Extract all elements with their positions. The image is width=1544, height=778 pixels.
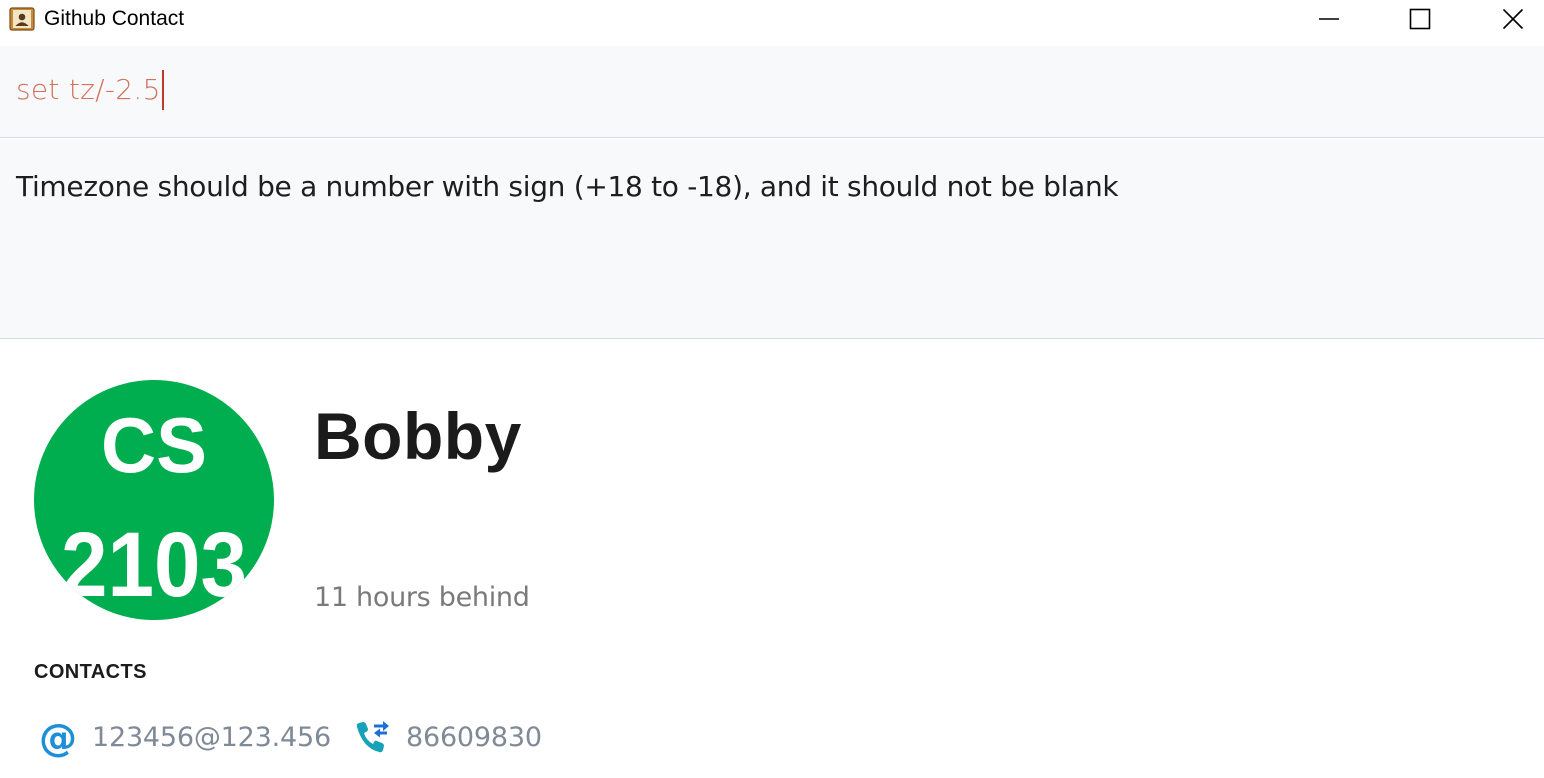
minimize-button[interactable] [1299, 0, 1359, 38]
address-book-icon [9, 7, 35, 31]
avatar-text-bottom: 2103 [61, 514, 247, 616]
phone-row: 86609830 [352, 716, 542, 760]
contacts-heading: CONTACTS [34, 661, 147, 683]
close-icon [1502, 8, 1524, 30]
title-bar: Github Contact [0, 0, 1544, 38]
window-title: Github Contact [44, 7, 185, 30]
email-row: @ 123456@123.456 [38, 716, 331, 760]
svg-text:@: @ [39, 718, 77, 758]
command-box[interactable]: set tz/-2.5 [0, 46, 1544, 138]
close-button[interactable] [1483, 0, 1543, 38]
contact-name: Bobby [314, 399, 522, 473]
at-sign-icon: @ [38, 718, 78, 758]
avatar-text-top: CS [101, 401, 207, 489]
command-input-text: set tz/-2.5 [16, 73, 161, 106]
maximize-button[interactable] [1390, 0, 1450, 38]
minimize-icon [1319, 18, 1339, 20]
phone-value: 86609830 [406, 722, 542, 753]
avatar: CS 2103 [34, 380, 274, 620]
text-caret [161, 70, 164, 110]
email-value: 123456@123.456 [92, 722, 331, 753]
call-transfer-icon [352, 718, 392, 758]
maximize-icon [1409, 8, 1431, 30]
time-difference: 11 hours behind [314, 582, 530, 613]
result-display: Timezone should be a number with sign (+… [0, 139, 1544, 339]
command-input[interactable]: set tz/-2.5 [16, 70, 164, 110]
result-message: Timezone should be a number with sign (+… [16, 170, 1119, 203]
